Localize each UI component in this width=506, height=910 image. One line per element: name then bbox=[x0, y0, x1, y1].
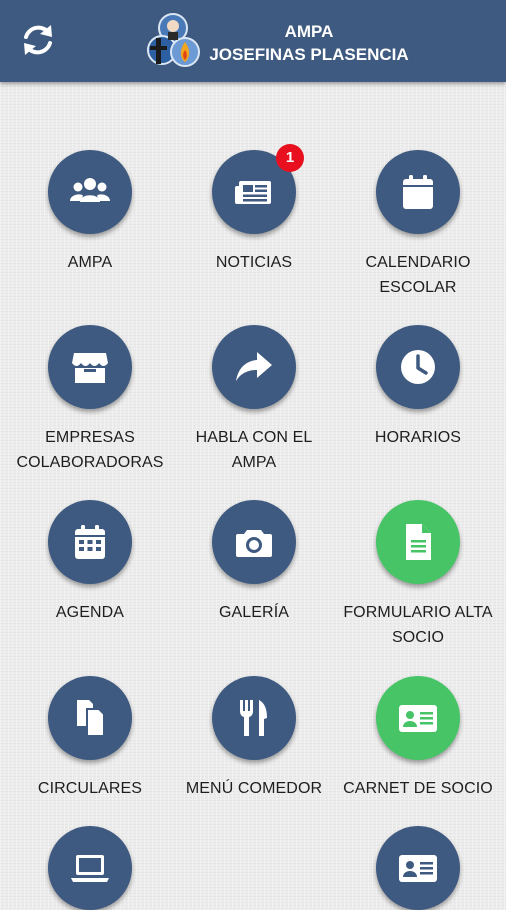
menu-item-circle[interactable] bbox=[48, 676, 132, 760]
menu-item-label: EMPRESAS COLABORADORAS bbox=[6, 425, 174, 475]
menu-item-label: AMPA bbox=[6, 250, 174, 275]
menu-item-label: NOTICIAS bbox=[170, 250, 338, 275]
calendar-grid-icon bbox=[75, 525, 105, 559]
menu-item-formulario-alta-socio[interactable]: FORMULARIO ALTA SOCIO bbox=[334, 500, 502, 650]
menu-item-label: CARNET DE SOCIO bbox=[334, 776, 502, 801]
menu-item-label: CIRCULARES bbox=[6, 776, 174, 801]
label-line-1: CIRCULARES bbox=[37, 780, 143, 797]
menu-item-circle[interactable] bbox=[376, 150, 460, 234]
menu-item-circle[interactable] bbox=[48, 325, 132, 409]
title-line-1: AMPA bbox=[284, 22, 334, 41]
menu-item-label: CALENDARIO ESCOLAR bbox=[334, 250, 502, 300]
label-line-1: FORMULARIO ALTA bbox=[343, 604, 493, 621]
menu-item-circle[interactable] bbox=[376, 676, 460, 760]
menu-item-circle[interactable] bbox=[48, 826, 132, 910]
users-icon bbox=[70, 178, 110, 202]
menu-item-label: HORARIOS bbox=[334, 425, 502, 450]
app-title: AMPA JOSEFINAS PLASENCIA bbox=[204, 20, 414, 66]
notification-badge: 1 bbox=[276, 144, 304, 172]
label-line-1: CALENDARIO bbox=[365, 254, 471, 271]
menu-item-menu-comedor[interactable]: MENÚ COMEDOR bbox=[170, 676, 338, 801]
menu-item-habla-con-el-ampa[interactable]: HABLA CON EL AMPA bbox=[170, 325, 338, 475]
menu-item-circle[interactable] bbox=[212, 500, 296, 584]
menu-item-circle[interactable] bbox=[376, 325, 460, 409]
menu-item-online[interactable] bbox=[6, 826, 174, 910]
cutlery-icon bbox=[240, 700, 267, 736]
share-arrow-icon bbox=[236, 352, 272, 381]
menu-item-circle[interactable]: 1 bbox=[212, 144, 304, 234]
menu-item-noticias[interactable]: 1 NOTICIAS bbox=[170, 144, 338, 275]
label-line-2: AMPA bbox=[231, 454, 277, 471]
menu-item-circle[interactable] bbox=[212, 676, 296, 760]
menu-item-circle[interactable] bbox=[48, 500, 132, 584]
label-line-2: COLABORADORAS bbox=[16, 454, 164, 471]
label-line-1: AGENDA bbox=[55, 604, 125, 621]
menu-item-circle[interactable] bbox=[376, 826, 460, 910]
copy-documents-icon bbox=[77, 700, 105, 737]
label-line-1: NOTICIAS bbox=[215, 254, 293, 271]
app-header: AMPA JOSEFINAS PLASENCIA bbox=[0, 0, 506, 82]
menu-item-label: FORMULARIO ALTA SOCIO bbox=[334, 600, 502, 650]
refresh-icon[interactable] bbox=[18, 20, 58, 60]
label-line-1: AMPA bbox=[67, 254, 113, 271]
camera-icon bbox=[236, 530, 272, 557]
menu-item-circulares[interactable]: CIRCULARES bbox=[6, 676, 174, 801]
id-card-icon bbox=[399, 705, 437, 732]
menu-item-circle[interactable] bbox=[212, 325, 296, 409]
menu-item-ampa[interactable]: AMPA bbox=[6, 150, 174, 275]
calendar-icon bbox=[403, 175, 433, 209]
menu-item-horarios[interactable]: HORARIOS bbox=[334, 325, 502, 450]
label-line-1: MENÚ COMEDOR bbox=[185, 780, 323, 797]
menu-item-label: MENÚ COMEDOR bbox=[170, 776, 338, 801]
menu-item-circle[interactable] bbox=[48, 150, 132, 234]
label-line-1: CARNET DE SOCIO bbox=[343, 780, 493, 797]
laptop-icon bbox=[71, 855, 109, 882]
menu-item-agenda[interactable]: AGENDA bbox=[6, 500, 174, 625]
label-line-1: HABLA CON EL bbox=[195, 429, 313, 446]
label-line-1: GALERÍA bbox=[218, 604, 290, 621]
menu-item-label: AGENDA bbox=[6, 600, 174, 625]
menu-item-label: GALERÍA bbox=[170, 600, 338, 625]
label-line-1: HORARIOS bbox=[374, 429, 462, 446]
label-line-2: SOCIO bbox=[391, 629, 445, 646]
label-line-1: EMPRESAS bbox=[45, 429, 135, 446]
id-card-icon bbox=[399, 855, 437, 882]
school-logo bbox=[142, 12, 206, 72]
menu-item-carnet-de-socio[interactable]: CARNET DE SOCIO bbox=[334, 676, 502, 801]
document-icon bbox=[406, 524, 431, 560]
menu-item-id-card[interactable] bbox=[334, 826, 502, 910]
label-line-2: ESCOLAR bbox=[379, 279, 457, 296]
menu-item-circle[interactable] bbox=[376, 500, 460, 584]
newspaper-icon bbox=[235, 181, 271, 204]
menu-item-calendario-escolar[interactable]: CALENDARIO ESCOLAR bbox=[334, 150, 502, 300]
title-line-2: JOSEFINAS PLASENCIA bbox=[209, 45, 409, 64]
menu-item-galeria[interactable]: GALERÍA bbox=[170, 500, 338, 625]
menu-item-empresas-colaboradoras[interactable]: EMPRESAS COLABORADORAS bbox=[6, 325, 174, 475]
store-icon bbox=[72, 353, 108, 383]
clock-icon bbox=[401, 350, 435, 384]
menu-item-label: HABLA CON EL AMPA bbox=[170, 425, 338, 475]
